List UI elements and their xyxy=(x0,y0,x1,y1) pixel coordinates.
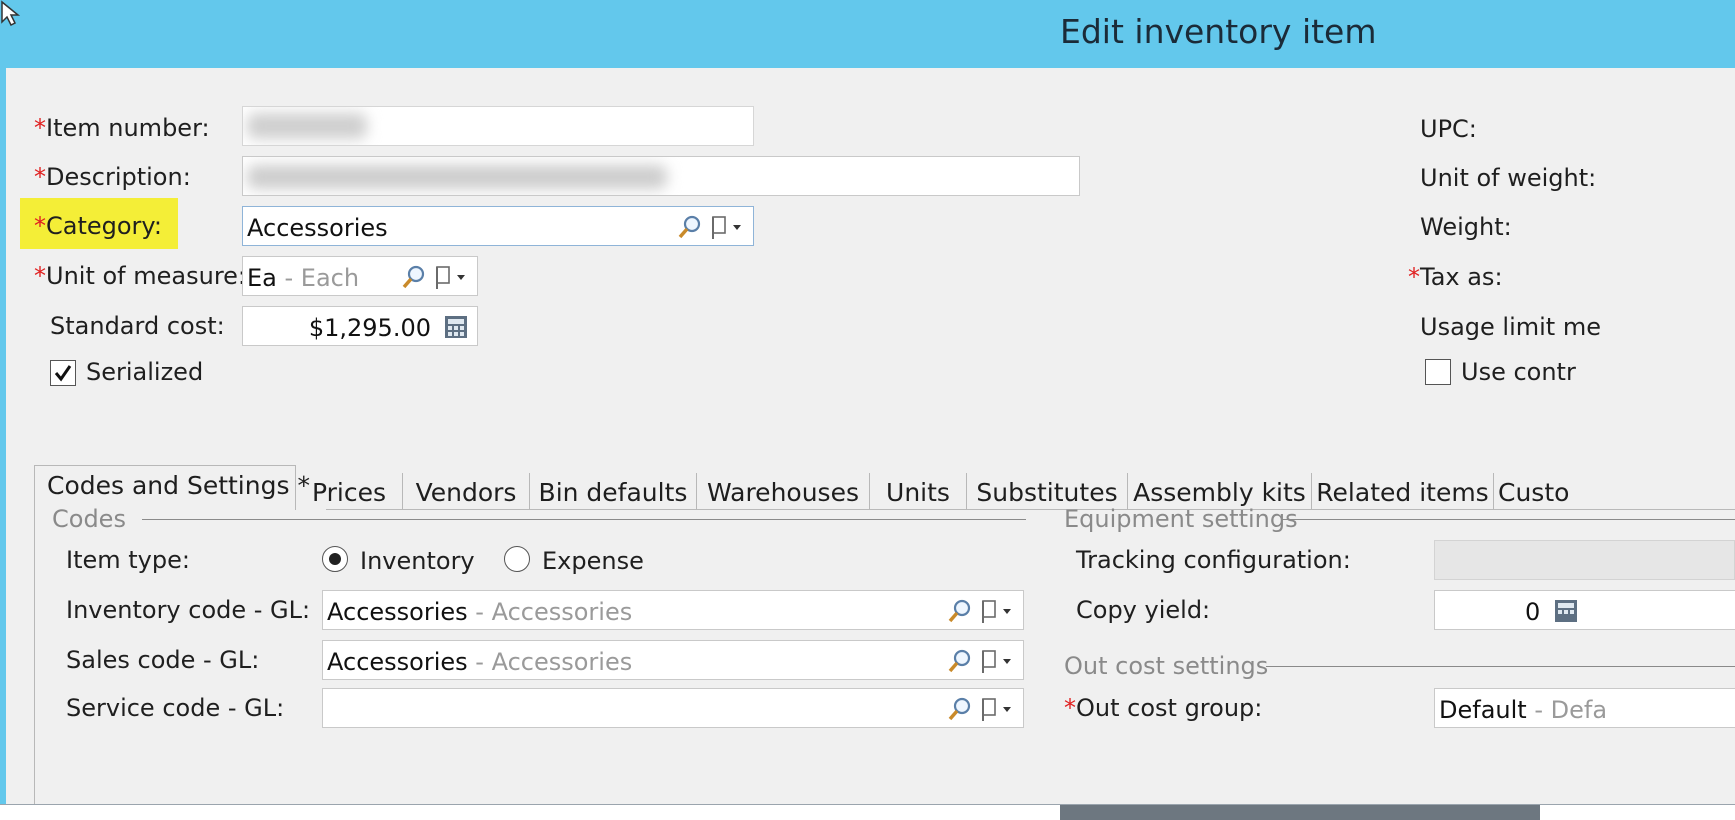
copy-yield-field[interactable]: 0 xyxy=(1434,590,1735,630)
uom-desc: - Each xyxy=(276,264,360,292)
copy-yield-value: 0 xyxy=(1525,598,1541,626)
out-cost-group-label: Out cost settings xyxy=(1064,652,1269,680)
description-field[interactable] xyxy=(242,156,1080,196)
use-contract-checkbox[interactable] xyxy=(1425,359,1451,385)
inventory-code-label: Inventory code - GL: xyxy=(66,596,311,624)
item-number-label: *Item number: xyxy=(34,114,210,142)
tab-warehouses[interactable]: Warehouses xyxy=(697,473,870,510)
unit-of-weight-label: Unit of weight: xyxy=(1420,164,1597,192)
tax-as-label: *Tax as: xyxy=(1408,263,1503,291)
out-cost-group-select[interactable]: Default - Defa xyxy=(1434,688,1735,728)
tab-related-items[interactable]: Related items xyxy=(1312,473,1494,510)
tab-custom[interactable]: Custo xyxy=(1494,473,1574,510)
tab-vendors[interactable]: Vendors xyxy=(403,473,530,510)
sales-code-value: Accessories xyxy=(327,648,468,676)
sales-code-label: Sales code - GL: xyxy=(66,646,260,674)
category-value: Accessories xyxy=(247,214,388,242)
sales-code-select[interactable]: Accessories - Accessories xyxy=(322,640,1024,680)
out-cost-group-rule xyxy=(1266,666,1735,667)
flag-dropdown-icon[interactable] xyxy=(979,695,1017,723)
standard-cost-value: $1,295.00 xyxy=(308,314,431,342)
service-code-select[interactable] xyxy=(322,688,1024,728)
unit-of-measure-select[interactable]: Ea - Each xyxy=(242,256,478,296)
sales-code-desc: - Accessories xyxy=(467,648,633,676)
redacted-item-number xyxy=(247,113,367,139)
calculator-icon[interactable] xyxy=(443,315,469,339)
upc-label: UPC: xyxy=(1420,115,1477,143)
flag-dropdown-icon[interactable] xyxy=(979,647,1017,675)
checkmark-icon xyxy=(54,365,72,382)
usage-limit-label: Usage limit me xyxy=(1420,313,1601,341)
description-label: *Description: xyxy=(34,163,191,191)
inventory-code-desc: - Accessories xyxy=(467,598,633,626)
uom-code: Ea xyxy=(247,264,277,292)
codes-group-rule xyxy=(142,519,1026,520)
tab-prices[interactable]: Prices xyxy=(296,473,403,510)
equipment-group-label: Equipment settings xyxy=(1064,505,1298,533)
serialized-checkbox[interactable] xyxy=(50,360,76,386)
item-type-expense-label: Expense xyxy=(542,547,644,575)
search-icon[interactable] xyxy=(677,213,703,241)
service-code-label: Service code - GL: xyxy=(66,694,285,722)
calculator-icon[interactable] xyxy=(1553,599,1579,623)
use-contract-label: Use contr xyxy=(1461,358,1576,386)
out-cost-group-value: Default xyxy=(1439,696,1527,724)
flag-dropdown-icon[interactable] xyxy=(979,597,1017,625)
tab-bin-defaults[interactable]: Bin defaults xyxy=(530,473,697,510)
out-cost-group-field-label: *Out cost group: xyxy=(1064,694,1263,722)
weight-label: Weight: xyxy=(1420,213,1512,241)
standard-cost-field[interactable]: $1,295.00 xyxy=(242,306,478,346)
flag-dropdown-icon[interactable] xyxy=(709,213,747,241)
tracking-configuration-label: Tracking configuration: xyxy=(1076,546,1351,574)
redacted-description xyxy=(247,165,667,189)
window-title: Edit inventory item xyxy=(1060,12,1377,51)
flag-dropdown-icon[interactable] xyxy=(433,263,471,291)
equipment-group-rule xyxy=(1282,519,1735,520)
item-type-expense-radio[interactable] xyxy=(504,546,530,572)
tab-units[interactable]: Units xyxy=(870,473,967,510)
search-icon[interactable] xyxy=(947,695,973,723)
item-type-inventory-label: Inventory xyxy=(360,547,475,575)
item-number-field[interactable] xyxy=(242,106,754,146)
tracking-configuration-field[interactable] xyxy=(1434,540,1735,580)
copy-yield-label: Copy yield: xyxy=(1076,596,1211,624)
standard-cost-label: Standard cost: xyxy=(50,312,225,340)
unit-of-measure-label: *Unit of measure: xyxy=(34,262,247,290)
category-label: *Category: xyxy=(20,198,178,249)
item-type-inventory-radio[interactable] xyxy=(322,546,348,572)
taskbar-segment xyxy=(1060,805,1540,820)
codes-group-label: Codes xyxy=(52,505,126,533)
search-icon[interactable] xyxy=(947,647,973,675)
category-select[interactable]: Accessories xyxy=(242,206,754,246)
mouse-cursor-icon xyxy=(1,0,21,26)
inventory-code-select[interactable]: Accessories - Accessories xyxy=(322,590,1024,630)
search-icon[interactable] xyxy=(947,597,973,625)
search-icon[interactable] xyxy=(401,263,427,291)
item-type-label: Item type: xyxy=(66,546,190,574)
taskbar-edge xyxy=(0,804,1735,820)
inventory-code-value: Accessories xyxy=(327,598,468,626)
out-cost-group-desc: - Defa xyxy=(1526,696,1608,724)
window-titlebar xyxy=(0,0,1735,68)
serialized-label: Serialized xyxy=(86,358,204,386)
